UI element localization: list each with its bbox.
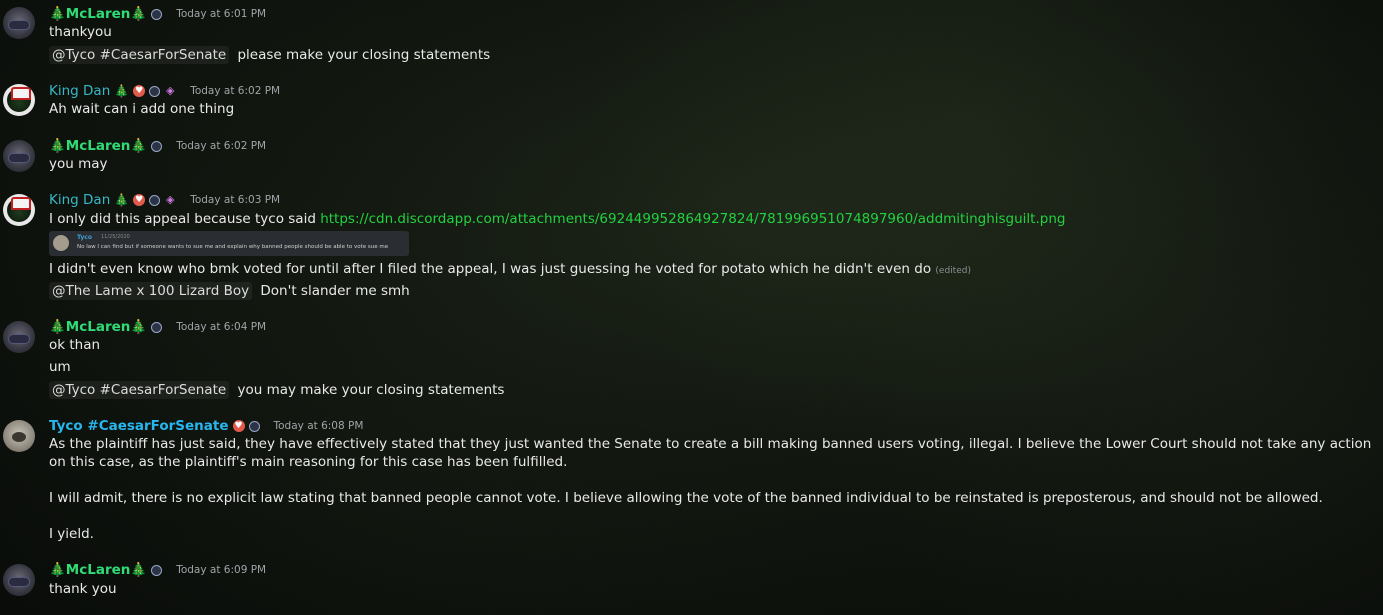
message-text: you may bbox=[49, 156, 108, 172]
nitro-badge-icon bbox=[151, 8, 163, 20]
tree-icon: 🎄 bbox=[114, 193, 130, 207]
heart-badge-icon: ♥ bbox=[133, 194, 146, 206]
username[interactable]: 🎄McLaren🎄 bbox=[49, 562, 147, 578]
message-header: Tyco #CaesarForSenate ♥ Today at 6:08 PM bbox=[49, 416, 363, 436]
message-text: ok than bbox=[49, 337, 101, 353]
avatar[interactable] bbox=[3, 321, 35, 353]
message-text: I didn't even know who bmk voted for unt… bbox=[49, 260, 1373, 280]
message-header: 🎄McLaren🎄 Today at 6:09 PM bbox=[49, 560, 266, 580]
username[interactable]: King Dan bbox=[49, 83, 110, 99]
nitro-badge-icon bbox=[151, 321, 163, 333]
image-embed[interactable]: Tyco 11/25/2020 No law I can find but if… bbox=[49, 231, 409, 256]
avatar[interactable] bbox=[3, 564, 35, 596]
timestamp: Today at 6:04 PM bbox=[176, 321, 267, 333]
message-text-segment: please make your closing statements bbox=[237, 47, 491, 63]
user-mention[interactable]: @The Lame x 100 Lizard Boy bbox=[49, 282, 253, 300]
message-header: King Dan 🎄 ♥ ◈ Today at 6:03 PM bbox=[49, 190, 280, 210]
message-header: King Dan 🎄 ♥ ◈ Today at 6:02 PM bbox=[49, 81, 280, 101]
embed-username: Tyco bbox=[77, 234, 92, 241]
timestamp: Today at 6:01 PM bbox=[176, 8, 267, 20]
username[interactable]: King Dan bbox=[49, 192, 110, 208]
message-paragraph: I will admit, there is no explicit law s… bbox=[49, 490, 1323, 506]
nitro-badge-icon bbox=[149, 194, 161, 206]
avatar[interactable] bbox=[3, 194, 35, 226]
timestamp: Today at 6:03 PM bbox=[190, 194, 281, 206]
message-text: @The Lame x 100 Lizard Boy Don't slander… bbox=[49, 282, 1373, 300]
nitro-badge-icon bbox=[149, 85, 161, 97]
timestamp: Today at 6:02 PM bbox=[190, 85, 281, 97]
message-text-segment: I didn't even know who bmk voted for unt… bbox=[49, 261, 932, 277]
username[interactable]: 🎄McLaren🎄 bbox=[49, 138, 147, 154]
attachment-link[interactable]: https://cdn.discordapp.com/attachments/6… bbox=[320, 211, 1065, 227]
timestamp: Today at 6:02 PM bbox=[176, 140, 267, 152]
avatar[interactable] bbox=[3, 140, 35, 172]
message-header: 🎄McLaren🎄 Today at 6:02 PM bbox=[49, 136, 266, 156]
heart-badge-icon: ♥ bbox=[133, 85, 146, 97]
boost-gem-icon: ◈ bbox=[165, 193, 175, 206]
avatar[interactable] bbox=[3, 7, 35, 39]
boost-gem-icon: ◈ bbox=[165, 84, 175, 97]
message-header: 🎄McLaren🎄 Today at 6:04 PM bbox=[49, 317, 266, 337]
message-text: @Tyco #CaesarForSenate you may make your… bbox=[49, 381, 1373, 399]
edited-marker: (edited) bbox=[935, 266, 971, 276]
embed-text: No law I can find but if someone wants t… bbox=[77, 244, 389, 250]
message-text: thankyou bbox=[49, 24, 112, 40]
nitro-badge-icon bbox=[151, 140, 163, 152]
username[interactable]: 🎄McLaren🎄 bbox=[49, 6, 147, 22]
message-text-segment: you may make your closing statements bbox=[237, 382, 505, 398]
message-text-segment: Don't slander me smh bbox=[260, 283, 410, 299]
user-mention[interactable]: @Tyco #CaesarForSenate bbox=[49, 381, 230, 399]
message-text-segment: I only did this appeal because tyco said bbox=[49, 211, 316, 227]
heart-badge-icon: ♥ bbox=[232, 420, 245, 432]
timestamp: Today at 6:09 PM bbox=[176, 564, 267, 576]
user-mention[interactable]: @Tyco #CaesarForSenate bbox=[49, 46, 230, 64]
message-text: thank you bbox=[49, 581, 117, 597]
avatar[interactable] bbox=[3, 420, 35, 452]
embed-avatar bbox=[53, 235, 69, 251]
username[interactable]: Tyco #CaesarForSenate bbox=[49, 418, 229, 434]
embed-timestamp: 11/25/2020 bbox=[101, 234, 130, 240]
timestamp: Today at 6:08 PM bbox=[273, 420, 364, 432]
avatar[interactable] bbox=[3, 84, 35, 116]
nitro-badge-icon bbox=[248, 420, 260, 432]
message-text: Ah wait can i add one thing bbox=[49, 101, 235, 117]
message-header: 🎄McLaren🎄 Today at 6:01 PM bbox=[49, 4, 266, 24]
username[interactable]: 🎄McLaren🎄 bbox=[49, 319, 147, 335]
message-text: I only did this appeal because tyco said… bbox=[49, 210, 1373, 228]
tree-icon: 🎄 bbox=[114, 84, 130, 98]
message-text: um bbox=[49, 359, 71, 375]
message-paragraph: I yield. bbox=[49, 526, 94, 542]
message-text: @Tyco #CaesarForSenate please make your … bbox=[49, 46, 1373, 64]
message-paragraph: As the plaintiff has just said, they hav… bbox=[49, 436, 1372, 470]
nitro-badge-icon bbox=[151, 564, 163, 576]
